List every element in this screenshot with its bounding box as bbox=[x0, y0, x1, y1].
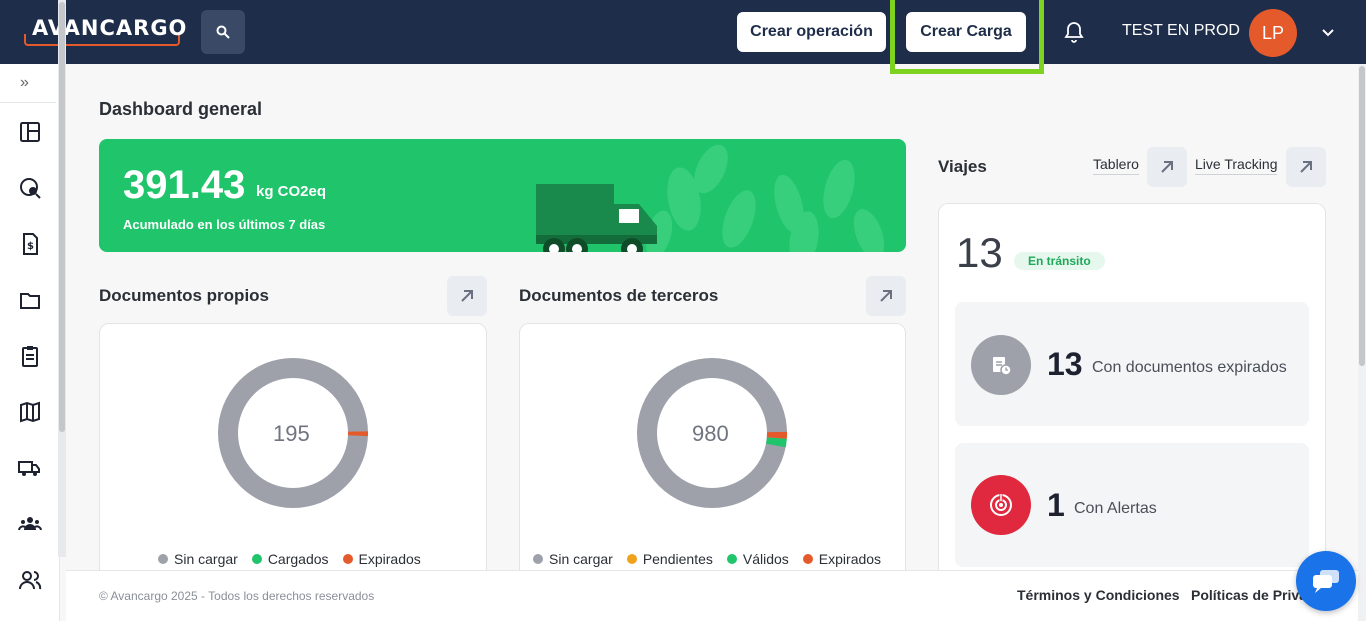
co2-card: 391.43 kg CO2eq Acumulado en los últimos… bbox=[99, 139, 906, 252]
page-title: Dashboard general bbox=[99, 99, 263, 119]
create-load-button[interactable]: Crear Carga bbox=[906, 12, 1026, 52]
docs-third-legend: Sin cargar Pendientes Válidos Expirados bbox=[533, 551, 881, 567]
search-button[interactable] bbox=[201, 10, 245, 54]
legend-item-sin-cargar: Sin cargar bbox=[158, 551, 238, 567]
folder-icon[interactable] bbox=[18, 288, 42, 312]
viajes-title: Viajes bbox=[938, 157, 987, 176]
expand-sidebar-icon[interactable]: » bbox=[20, 74, 29, 92]
dashboard-icon[interactable] bbox=[18, 120, 42, 144]
co2-value: 391.43 bbox=[123, 163, 246, 207]
docs-third-total: 980 bbox=[692, 421, 729, 446]
document-clock-icon bbox=[993, 357, 1012, 376]
create-operation-button[interactable]: Crear operación bbox=[737, 12, 886, 52]
legend-item-validos: Válidos bbox=[726, 551, 789, 567]
sidebar: » $ bbox=[0, 64, 60, 621]
user-avatar[interactable]: LP bbox=[1249, 9, 1297, 57]
svg-text:$: $ bbox=[27, 241, 34, 252]
live-tracking-link[interactable]: Live Tracking bbox=[1195, 156, 1278, 175]
expired-docs-box[interactable]: 13 Con documentos expirados bbox=[955, 302, 1309, 426]
privacy-link[interactable]: Políticas de Priva bbox=[1191, 587, 1307, 603]
chat-button[interactable] bbox=[1296, 551, 1356, 611]
legend-item-expirados: Expirados bbox=[342, 551, 421, 567]
legend-item-sin-cargar: Sin cargar bbox=[533, 551, 613, 567]
chat-bubble-icon bbox=[1313, 570, 1339, 593]
alerts-count: 1 bbox=[1047, 487, 1065, 523]
copyright-text: © Avancargo 2025 - Todos los derechos re… bbox=[99, 589, 375, 603]
search-icon bbox=[216, 25, 230, 39]
sidebar-scrollbar-thumb[interactable] bbox=[59, 2, 65, 432]
arrow-up-right-icon bbox=[1161, 161, 1173, 173]
terms-link[interactable]: Términos y Condiciones bbox=[1017, 587, 1180, 603]
map-icon[interactable] bbox=[18, 400, 42, 424]
legend-item-expirados: Expirados bbox=[802, 551, 881, 567]
user-name: TEST EN PROD bbox=[1122, 22, 1240, 39]
invoice-icon[interactable]: $ bbox=[18, 232, 42, 256]
in-transit-badge: En tránsito bbox=[1014, 252, 1105, 270]
chevron-down-icon[interactable] bbox=[1320, 24, 1336, 40]
donut-segment-valid bbox=[766, 437, 787, 448]
docs-third-title: Documentos de terceros bbox=[519, 286, 719, 305]
arrow-up-right-icon bbox=[1300, 161, 1312, 173]
live-tracking-open-button[interactable] bbox=[1286, 147, 1326, 187]
truck-icon[interactable] bbox=[18, 456, 42, 480]
legend-item-pendientes: Pendientes bbox=[626, 551, 713, 567]
alert-target-icon bbox=[990, 494, 1012, 516]
tablero-link[interactable]: Tablero bbox=[1093, 156, 1139, 175]
docs-own-legend: Sin cargar Cargados Expirados bbox=[158, 551, 421, 567]
arrow-up-right-icon bbox=[880, 290, 892, 302]
bell-icon[interactable] bbox=[1062, 20, 1086, 44]
legend-item-cargados: Cargados bbox=[251, 551, 329, 567]
in-transit-count: 13 bbox=[956, 229, 1003, 276]
truck-illustration bbox=[536, 184, 657, 252]
users-icon[interactable] bbox=[18, 568, 42, 592]
alerts-label: Con Alertas bbox=[1074, 500, 1157, 517]
expired-docs-circle bbox=[971, 335, 1031, 395]
alerts-circle bbox=[971, 475, 1031, 535]
expired-docs-label: Con documentos expirados bbox=[1092, 359, 1287, 376]
main-scrollbar-thumb[interactable] bbox=[1359, 66, 1365, 366]
team-icon[interactable] bbox=[18, 512, 42, 536]
clipboard-icon[interactable] bbox=[18, 344, 42, 368]
tablero-open-button[interactable] bbox=[1147, 147, 1187, 187]
co2-subtitle: Acumulado en los últimos 7 días bbox=[123, 217, 326, 232]
tracking-search-icon[interactable] bbox=[18, 176, 42, 200]
logo-text: AVANCARGO bbox=[32, 16, 188, 40]
co2-unit: kg CO2eq bbox=[256, 183, 327, 200]
expired-docs-count: 13 bbox=[1047, 346, 1083, 382]
alerts-box[interactable]: 1 Con Alertas bbox=[955, 443, 1309, 567]
docs-own-open-button[interactable] bbox=[447, 276, 487, 316]
docs-own-total: 195 bbox=[273, 421, 310, 446]
top-bar: AVANCARGO Crear operación Crear Carga TE… bbox=[0, 0, 1366, 74]
sidebar-divider bbox=[0, 102, 56, 103]
avancargo-logo[interactable]: AVANCARGO bbox=[24, 14, 186, 46]
docs-third-open-button[interactable] bbox=[866, 276, 906, 316]
arrow-up-right-icon bbox=[461, 290, 473, 302]
docs-own-title: Documentos propios bbox=[99, 286, 270, 305]
